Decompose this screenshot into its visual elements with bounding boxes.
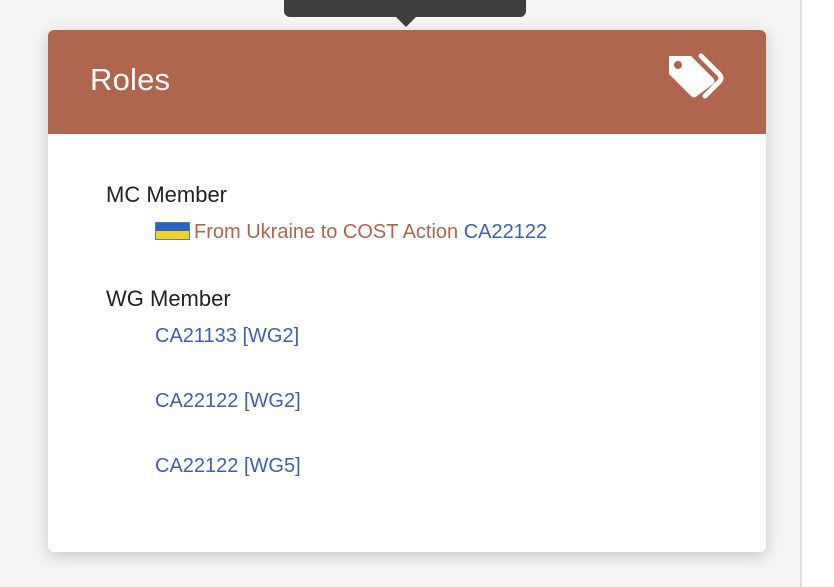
- ukraine-flag-icon: [155, 222, 190, 240]
- mc-member-action: From Ukraine to COST Action CA22122: [155, 220, 547, 244]
- wg-member-item[interactable]: CA21133 [WG2]: [155, 324, 299, 348]
- action-code-link[interactable]: CA22122: [464, 221, 547, 243]
- roles-card-title: Roles: [90, 62, 171, 97]
- wg-member-item[interactable]: CA22122 [WG5]: [155, 454, 301, 478]
- right-panel: [802, 0, 834, 587]
- mc-member-heading: MC Member: [106, 182, 228, 207]
- tooltip-bar: [284, 0, 526, 17]
- tags-icon: [669, 53, 724, 99]
- tooltip-arrow: [395, 16, 417, 27]
- page: Roles MC Member From Ukraine to COST Act…: [0, 0, 834, 587]
- action-title-link[interactable]: From Ukraine to COST Action: [194, 221, 458, 243]
- wg-member-heading: WG Member: [106, 286, 231, 311]
- roles-card-header: Roles: [48, 30, 766, 134]
- wg-member-item[interactable]: CA22122 [WG2]: [155, 389, 301, 413]
- roles-card: Roles MC Member From Ukraine to COST Act…: [48, 30, 766, 552]
